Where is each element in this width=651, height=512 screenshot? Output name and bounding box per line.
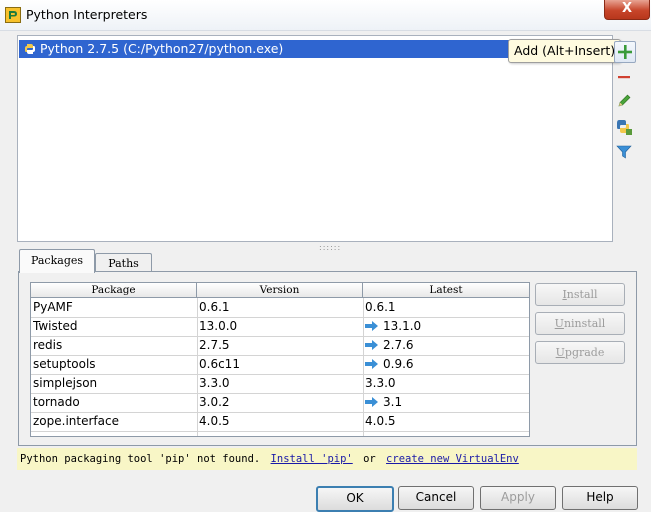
interpreter-label: Python 2.7.5 (C:/Python27/python.exe) xyxy=(40,41,284,56)
latest-version-text: 2.7.6 xyxy=(383,338,414,352)
latest-version-cell: 3.3.0 xyxy=(365,374,525,393)
column-header-latest[interactable]: Latest xyxy=(363,283,529,297)
add-tooltip: Add (Alt+Insert) xyxy=(508,39,622,63)
latest-version-cell: 4.0.5 xyxy=(365,412,525,431)
ok-button[interactable]: OK xyxy=(316,486,394,512)
package-name-cell: redis xyxy=(33,338,63,352)
column-header-version[interactable]: Version xyxy=(197,283,363,297)
package-name-cell: PyAMF xyxy=(33,300,73,314)
upgrade-button[interactable]: Upgrade xyxy=(535,341,625,364)
table-row[interactable]: setuptools 0.6c11 0.9.6 xyxy=(31,355,529,375)
uninstall-button[interactable]: Uninstall xyxy=(535,312,625,335)
table-row[interactable]: zope.interface 4.0.5 4.0.5 xyxy=(31,412,529,432)
latest-version-text: 0.6.1 xyxy=(365,300,396,314)
latest-version-cell: 2.7.6 xyxy=(365,336,525,355)
remove-interpreter-button[interactable] xyxy=(615,68,633,86)
package-name-cell: zope.interface xyxy=(33,414,119,428)
latest-version-text: 4.0.5 xyxy=(365,414,396,428)
package-name-cell: setuptools xyxy=(33,357,96,371)
latest-version-cell: 0.6.1 xyxy=(365,298,525,317)
filter-icon xyxy=(616,145,632,159)
upgrade-arrow-icon xyxy=(365,359,378,369)
version-cell: 2.7.5 xyxy=(199,338,230,352)
upgrade-arrow-icon xyxy=(365,397,378,407)
version-cell: 3.3.0 xyxy=(199,376,230,390)
latest-version-cell: 0.9.6 xyxy=(365,355,525,374)
package-name-cell: simplejson xyxy=(33,376,98,390)
version-cell: 0.6.1 xyxy=(199,300,230,314)
create-virtualenv-link[interactable]: create new VirtualEnv xyxy=(386,453,519,465)
tab-paths[interactable]: Paths xyxy=(95,253,152,273)
notice-text: Python packaging tool 'pip' not found. xyxy=(20,453,261,465)
version-cell: 13.0.0 xyxy=(199,319,238,333)
help-button[interactable]: Help xyxy=(562,486,638,510)
latest-version-text: 3.3.0 xyxy=(365,376,396,390)
pip-notice: Python packaging tool 'pip' not found. I… xyxy=(17,448,637,470)
interpreter-details-button[interactable] xyxy=(615,118,633,136)
edit-interpreter-button[interactable] xyxy=(615,92,633,110)
table-row[interactable]: tornado 3.0.2 3.1 xyxy=(31,393,529,413)
table-row[interactable]: redis 2.7.5 2.7.6 xyxy=(31,336,529,356)
version-cell: 3.0.2 xyxy=(199,395,230,409)
plus-icon xyxy=(618,45,632,59)
latest-version-text: 0.9.6 xyxy=(383,357,414,371)
apply-button[interactable]: Apply xyxy=(480,486,556,510)
package-name-cell: Twisted xyxy=(33,319,78,333)
minus-icon xyxy=(618,76,630,79)
interpreter-list[interactable]: Python 2.7.5 (C:/Python27/python.exe) xyxy=(17,35,613,242)
table-row[interactable]: Twisted 13.0.0 13.1.0 xyxy=(31,317,529,337)
tab-packages[interactable]: Packages xyxy=(19,249,95,273)
packages-table[interactable]: Package Version Latest PyAMF 0.6.1 0.6.1 Tw… xyxy=(30,282,530,437)
add-interpreter-button[interactable] xyxy=(614,41,636,63)
notice-or: or xyxy=(363,453,376,465)
splitter-grip[interactable]: :::::: xyxy=(319,243,341,252)
version-cell: 0.6c11 xyxy=(199,357,240,371)
upgrade-arrow-icon xyxy=(365,321,378,331)
cancel-button[interactable]: Cancel xyxy=(398,486,474,510)
window-title: Python Interpreters xyxy=(26,7,148,22)
latest-version-text: 13.1.0 xyxy=(383,319,422,333)
column-header-package[interactable]: Package xyxy=(31,283,197,297)
close-button[interactable]: X xyxy=(604,0,650,20)
latest-version-text: 3.1 xyxy=(383,395,403,409)
latest-version-cell: 3.1 xyxy=(365,393,525,412)
version-cell: 4.0.5 xyxy=(199,414,230,428)
package-name-cell: tornado xyxy=(33,395,80,409)
table-row[interactable]: PyAMF 0.6.1 0.6.1 xyxy=(31,298,529,318)
latest-version-cell: 13.1.0 xyxy=(365,317,525,336)
python-icon xyxy=(25,44,35,54)
install-pip-link[interactable]: Install 'pip' xyxy=(271,453,353,465)
install-button[interactable]: Install xyxy=(535,283,625,306)
pencil-icon xyxy=(618,94,631,107)
filter-button[interactable] xyxy=(615,143,633,161)
pycharm-app-icon xyxy=(5,7,21,23)
table-row[interactable]: simplejson 3.3.0 3.3.0 xyxy=(31,374,529,394)
upgrade-arrow-icon xyxy=(365,340,378,350)
title-bar: Python Interpreters X xyxy=(0,0,651,31)
table-header: Package Version Latest xyxy=(31,283,529,298)
python-details-icon xyxy=(617,120,632,135)
